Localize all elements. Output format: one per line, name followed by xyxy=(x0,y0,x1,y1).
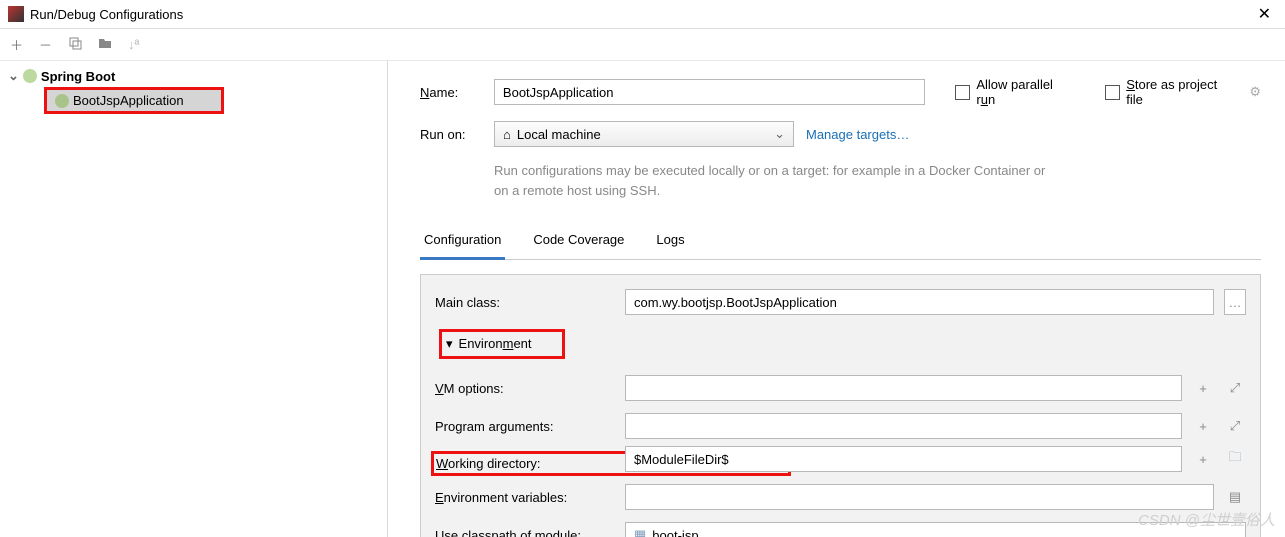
working-dir-input[interactable] xyxy=(625,446,1182,472)
browse-button[interactable]: … xyxy=(1224,289,1246,315)
env-vars-label: Environment variables: xyxy=(435,490,615,505)
config-tree: ⌄ Spring Boot BootJspApplication xyxy=(0,61,388,537)
list-icon[interactable]: ▤ xyxy=(1224,484,1246,510)
folder-icon[interactable] xyxy=(98,36,112,53)
tree-item-label: BootJspApplication xyxy=(73,93,184,108)
classpath-select[interactable]: ▦ boot-jsp xyxy=(625,522,1246,537)
close-icon[interactable]: ✕ xyxy=(1252,4,1277,24)
name-label: Name: xyxy=(420,85,482,100)
add-icon[interactable]: + xyxy=(1192,413,1214,439)
program-args-label: Program arguments: xyxy=(435,419,615,434)
expand-icon[interactable]: ⤢ xyxy=(1224,375,1246,401)
tab-logs[interactable]: Logs xyxy=(652,224,688,259)
run-on-label: Run on: xyxy=(420,127,482,142)
tab-code-coverage[interactable]: Code Coverage xyxy=(529,224,628,259)
allow-parallel-checkbox[interactable]: Allow parallel run xyxy=(955,77,1075,107)
add-icon[interactable]: + xyxy=(1192,446,1214,472)
store-project-checkbox[interactable]: Store as project file xyxy=(1105,77,1237,107)
working-dir-label: Working directory: xyxy=(436,456,612,471)
gear-icon[interactable]: ⚙ xyxy=(1249,84,1261,100)
run-on-value: Local machine xyxy=(517,127,601,142)
env-vars-input[interactable] xyxy=(625,484,1214,510)
window-title: Run/Debug Configurations xyxy=(30,7,1252,22)
tab-configuration[interactable]: Configuration xyxy=(420,224,505,260)
sort-icon[interactable]: ↓ª xyxy=(128,37,139,52)
add-icon[interactable]: ＋ xyxy=(10,35,23,54)
tree-root-spring-boot[interactable]: ⌄ Spring Boot xyxy=(0,65,387,87)
chevron-down-icon: ⌄ xyxy=(774,126,785,142)
main-class-input[interactable] xyxy=(625,289,1214,315)
manage-targets-link[interactable]: Manage targets… xyxy=(806,127,909,142)
tabs: Configuration Code Coverage Logs xyxy=(420,224,1261,260)
config-panel: Main class: … ▾ Environment VM options: … xyxy=(420,274,1261,537)
checkbox-icon xyxy=(955,85,970,100)
main-class-label: Main class: xyxy=(435,295,615,310)
folder-icon[interactable]: 🗀 xyxy=(1224,446,1246,472)
remove-icon[interactable]: － xyxy=(39,35,52,54)
expand-icon[interactable]: ⤢ xyxy=(1224,413,1246,439)
home-icon: ⌂ xyxy=(503,127,511,142)
chevron-down-icon[interactable]: ▾ xyxy=(446,336,453,352)
vm-options-label: VM options: xyxy=(435,381,615,396)
spring-icon xyxy=(55,94,69,108)
add-icon[interactable]: + xyxy=(1192,375,1214,401)
chevron-down-icon: ⌄ xyxy=(8,68,19,84)
toolbar: ＋ － ↓ª xyxy=(0,29,1285,61)
app-icon xyxy=(8,6,24,22)
tree-root-label: Spring Boot xyxy=(41,69,115,84)
run-on-select[interactable]: ⌂ Local machine ⌄ xyxy=(494,121,794,147)
spring-icon xyxy=(23,69,37,83)
copy-icon[interactable] xyxy=(68,36,82,53)
program-args-input[interactable] xyxy=(625,413,1182,439)
checkbox-icon xyxy=(1105,85,1120,100)
vm-options-input[interactable] xyxy=(625,375,1182,401)
run-on-hint: Run configurations may be executed local… xyxy=(494,161,1054,200)
environment-section-label[interactable]: Environment xyxy=(459,336,532,352)
tree-item-bootjspapplication[interactable]: BootJspApplication xyxy=(47,90,221,111)
name-input[interactable] xyxy=(494,79,925,105)
